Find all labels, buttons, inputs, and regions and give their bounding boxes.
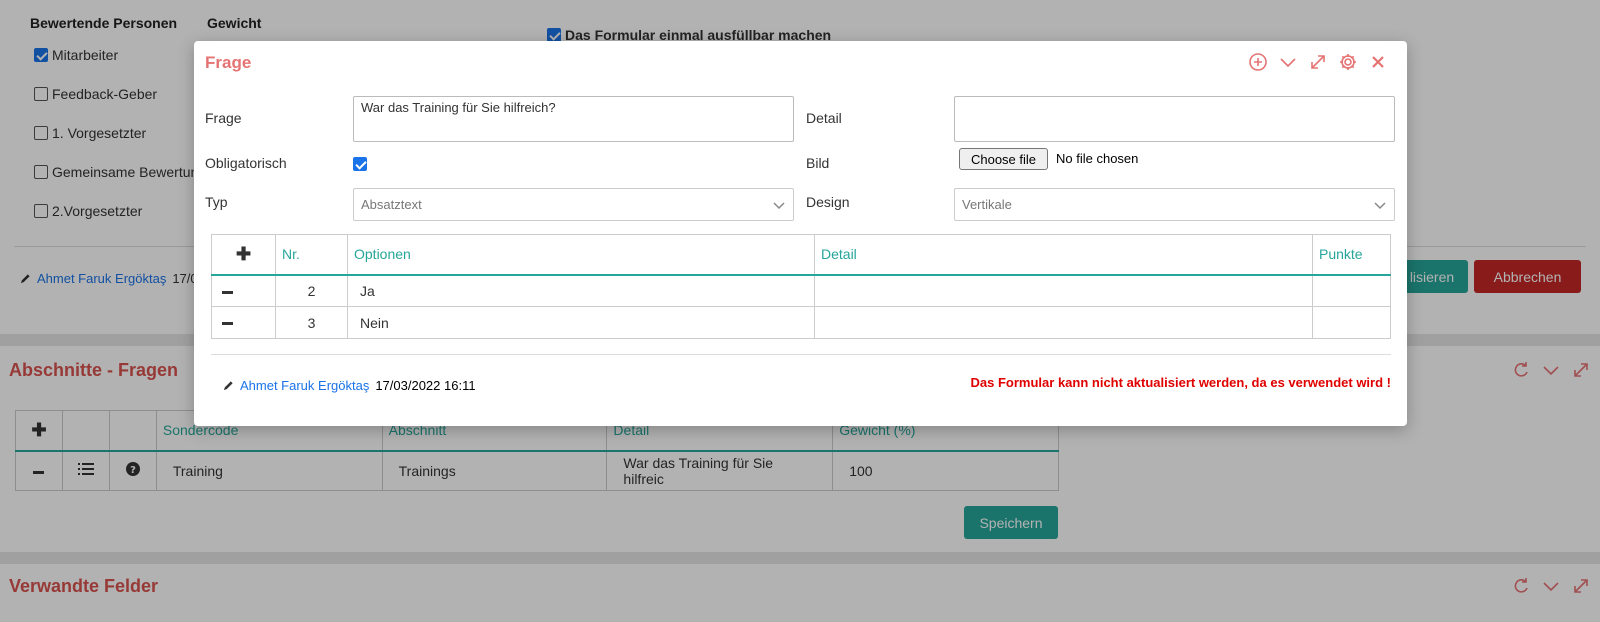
cell-option[interactable]: Nein — [347, 306, 815, 339]
gear-icon[interactable] — [1339, 53, 1357, 71]
plus-icon[interactable]: ✚ — [236, 244, 251, 264]
col-detail: Detail — [814, 234, 1313, 276]
design-select[interactable]: Vertikale — [954, 188, 1395, 221]
col-options: Optionen — [347, 234, 815, 276]
cell-nr: 3 — [275, 306, 348, 339]
cell-points[interactable] — [1312, 306, 1391, 339]
minus-icon[interactable] — [222, 290, 233, 294]
modal-title: Frage — [205, 53, 252, 72]
chevron-down-icon — [1374, 201, 1386, 209]
no-file-label: No file chosen — [1056, 151, 1139, 166]
expand-icon[interactable] — [1309, 53, 1327, 71]
add-option-button[interactable]: ✚ — [211, 234, 276, 276]
minus-icon[interactable] — [222, 322, 233, 326]
options-table: ✚ Nr. Optionen Detail Punkte 2 Ja 3 Nein — [211, 234, 1391, 339]
mandatory-checkbox[interactable] — [353, 157, 367, 171]
cell-points[interactable] — [1312, 274, 1391, 307]
col-points: Punkte — [1312, 234, 1391, 276]
timestamp: 17/03/2022 16:11 — [375, 378, 476, 393]
add-circle-icon[interactable] — [1249, 53, 1267, 71]
chevron-down-icon — [773, 201, 785, 209]
modal-header-icons — [1249, 53, 1387, 71]
question-textarea[interactable]: War das Training für Sie hilfreich? — [353, 96, 794, 142]
label-detail: Detail — [806, 110, 842, 126]
chevron-down-icon[interactable] — [1279, 53, 1297, 71]
cell-option-detail[interactable] — [814, 274, 1313, 307]
table-row: 3 Nein — [211, 306, 1391, 339]
col-nr: Nr. — [275, 234, 348, 276]
cell-option-detail[interactable] — [814, 306, 1313, 339]
cell-nr: 2 — [275, 274, 348, 307]
remove-option-button[interactable] — [211, 274, 276, 307]
label-image: Bild — [806, 155, 830, 171]
table-row: 2 Ja — [211, 274, 1391, 307]
modal-author-line: Ahmet Faruk Ergöktaş 17/03/2022 16:11 — [223, 378, 476, 393]
label-mandatory: Obligatorisch — [205, 155, 287, 171]
label-type: Typ — [205, 194, 228, 210]
detail-textarea[interactable] — [954, 96, 1395, 142]
remove-option-button[interactable] — [211, 306, 276, 339]
divider — [211, 354, 1391, 355]
label-question: Frage — [205, 110, 242, 126]
question-modal: Frage Frage War das Training für Sie hil… — [194, 41, 1407, 426]
close-icon[interactable] — [1369, 53, 1387, 71]
choose-file-button[interactable]: Choose file — [959, 148, 1048, 170]
type-select[interactable]: Absatztext — [353, 188, 794, 221]
cell-option[interactable]: Ja — [347, 274, 815, 307]
author-link[interactable]: Ahmet Faruk Ergöktaş — [240, 378, 369, 393]
pencil-icon — [223, 381, 233, 391]
label-design: Design — [806, 194, 850, 210]
warning-message: Das Formular kann nicht aktualisiert wer… — [970, 375, 1391, 390]
